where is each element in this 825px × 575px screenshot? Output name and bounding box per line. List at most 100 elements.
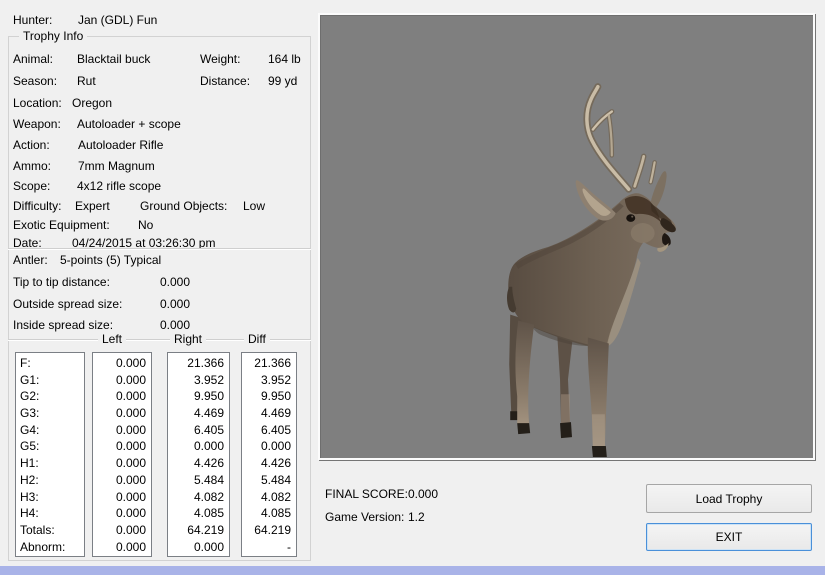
exotic-equipment-label: Exotic Equipment:: [13, 218, 110, 232]
trophy-info-title: Trophy Info: [19, 29, 87, 44]
score-right-value: 5.484: [168, 472, 229, 489]
hunter-value: Jan (GDL) Fun: [78, 13, 157, 27]
score-left-value: 0.000: [93, 505, 151, 522]
score-row-label: H1:: [16, 455, 84, 472]
section-divider: [8, 248, 311, 250]
score-diff-value: -: [242, 539, 296, 556]
score-right-value: 4.082: [168, 489, 229, 506]
scope-label: Scope:: [13, 179, 50, 193]
score-right-value: 4.469: [168, 405, 229, 422]
ammo-label: Ammo:: [13, 159, 51, 173]
difficulty-value: Expert: [75, 199, 110, 213]
difficulty-label: Difficulty:: [13, 199, 61, 213]
location-label: Location:: [13, 96, 62, 110]
score-row-label: H4:: [16, 505, 84, 522]
weapon-label: Weapon:: [13, 117, 61, 131]
score-right-value: 6.405: [168, 422, 229, 439]
antler-value: 5-points (5) Typical: [60, 253, 161, 267]
score-left-value: 0.000: [93, 438, 151, 455]
score-diff-value: 4.426: [242, 455, 296, 472]
score-right-value: 9.950: [168, 388, 229, 405]
distance-label: Distance:: [200, 74, 250, 88]
weight-value: 164 lb: [268, 52, 301, 66]
score-right-values-box: 21.366 3.952 9.950 4.469 6.405 0.000 4.4…: [167, 352, 230, 557]
ammo-value: 7mm Magnum: [78, 159, 155, 173]
score-right-value: 0.000: [168, 539, 229, 556]
hunter-label: Hunter:: [13, 13, 52, 27]
inside-spread-label: Inside spread size:: [13, 318, 113, 332]
score-left-value: 0.000: [93, 422, 151, 439]
season-value: Rut: [77, 74, 96, 88]
animal-value: Blacktail buck: [77, 52, 150, 66]
tip-to-tip-label: Tip to tip distance:: [13, 275, 110, 289]
score-diff-value: 9.950: [242, 388, 296, 405]
outside-spread-value: 0.000: [160, 297, 190, 311]
outside-spread-label: Outside spread size:: [13, 297, 122, 311]
score-diff-value: 64.219: [242, 522, 296, 539]
score-right-value: 3.952: [168, 372, 229, 389]
column-header-diff: Diff: [244, 332, 270, 346]
deer-render: [321, 16, 812, 457]
score-row-label: G3:: [16, 405, 84, 422]
score-row-label: G1:: [16, 372, 84, 389]
action-value: Autoloader Rifle: [78, 138, 163, 152]
score-diff-value: 6.405: [242, 422, 296, 439]
score-left-value: 0.000: [93, 372, 151, 389]
trophy-viewer-window: Hunter: Jan (GDL) Fun Trophy Info Animal…: [0, 0, 825, 575]
antler-label: Antler:: [13, 253, 48, 267]
score-diff-value: 5.484: [242, 472, 296, 489]
score-row-label: F:: [16, 355, 84, 372]
ground-objects-label: Ground Objects:: [140, 199, 227, 213]
score-left-value: 0.000: [93, 489, 151, 506]
score-right-value: 0.000: [168, 438, 229, 455]
weight-label: Weight:: [200, 52, 240, 66]
score-right-value: 21.366: [168, 355, 229, 372]
antlers: [587, 87, 655, 190]
score-row-labels-box: F: G1: G2: G3: G4: G5: H1: H2: H3: H4: T…: [15, 352, 85, 557]
column-header-left: Left: [98, 332, 126, 346]
score-row-label: H3:: [16, 489, 84, 506]
score-right-value: 4.426: [168, 455, 229, 472]
game-version-label: Game Version:: [325, 510, 404, 524]
score-right-value: 4.085: [168, 505, 229, 522]
score-left-value: 0.000: [93, 388, 151, 405]
inside-spread-value: 0.000: [160, 318, 190, 332]
distance-value: 99 yd: [268, 74, 297, 88]
score-diff-value: 4.469: [242, 405, 296, 422]
season-label: Season:: [13, 74, 57, 88]
scope-value: 4x12 rifle scope: [77, 179, 161, 193]
score-diff-value: 4.085: [242, 505, 296, 522]
bottom-accent-bar: [0, 566, 825, 575]
game-version-value: 1.2: [408, 510, 425, 524]
final-score-label: FINAL SCORE:: [325, 487, 408, 501]
score-row-label: G4:: [16, 422, 84, 439]
ground-objects-value: Low: [243, 199, 265, 213]
score-row-label: Abnorm:: [16, 539, 84, 556]
score-diff-value: 3.952: [242, 372, 296, 389]
score-diff-value: 21.366: [242, 355, 296, 372]
exit-button[interactable]: EXIT: [646, 523, 812, 551]
score-row-label: H2:: [16, 472, 84, 489]
exotic-equipment-value: No: [138, 218, 153, 232]
score-row-label: G5:: [16, 438, 84, 455]
score-left-value: 0.000: [93, 455, 151, 472]
animal-label: Animal:: [13, 52, 53, 66]
score-left-values-box: 0.000 0.000 0.000 0.000 0.000 0.000 0.00…: [92, 352, 152, 557]
score-row-label: Totals:: [16, 522, 84, 539]
weapon-value: Autoloader + scope: [77, 117, 181, 131]
score-row-label: G2:: [16, 388, 84, 405]
score-left-value: 0.000: [93, 472, 151, 489]
score-left-value: 0.000: [93, 539, 151, 556]
trophy-3d-viewer-panel: [318, 13, 815, 460]
score-diff-value: 0.000: [242, 438, 296, 455]
score-left-value: 0.000: [93, 522, 151, 539]
column-header-right: Right: [170, 332, 206, 346]
score-diff-values-box: 21.366 3.952 9.950 4.469 6.405 0.000 4.4…: [241, 352, 297, 557]
score-left-value: 0.000: [93, 405, 151, 422]
tip-to-tip-value: 0.000: [160, 275, 190, 289]
score-left-value: 0.000: [93, 355, 151, 372]
score-right-value: 64.219: [168, 522, 229, 539]
final-score-value: 0.000: [408, 487, 438, 501]
action-label: Action:: [13, 138, 50, 152]
load-trophy-button[interactable]: Load Trophy: [646, 484, 812, 513]
